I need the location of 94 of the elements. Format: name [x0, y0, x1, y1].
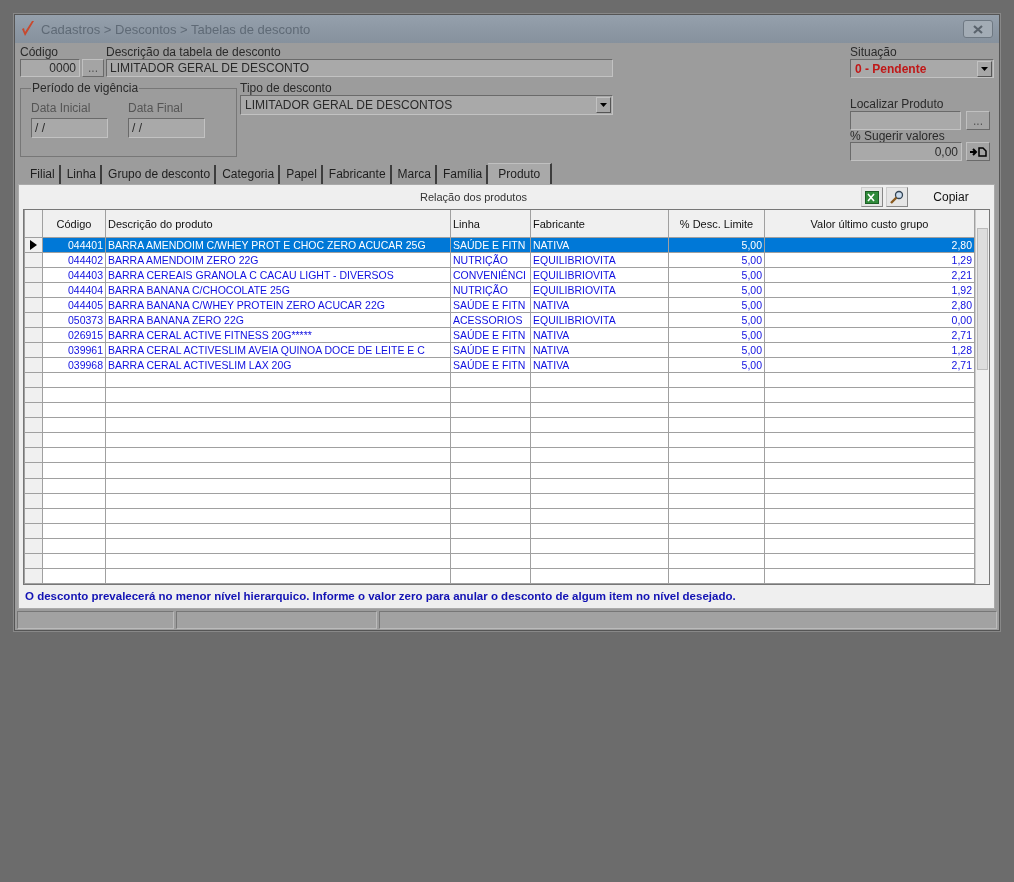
localizar-field[interactable]: [850, 111, 961, 130]
table-cell: 044404: [42, 282, 106, 298]
tab[interactable]: Produto: [488, 163, 553, 184]
close-icon: [973, 24, 983, 34]
table-cell: 5,00: [668, 342, 765, 358]
column-header[interactable]: Valor último custo grupo: [764, 210, 975, 238]
descricao-label: Descrição da tabela de desconto: [106, 45, 282, 59]
table-cell: 1,28: [764, 342, 975, 358]
table-cell: 2,21: [764, 267, 975, 283]
table-cell: EQUILIBRIOVITA: [530, 282, 669, 298]
table-cell: SAÚDE E FITN: [450, 357, 531, 373]
column-header[interactable]: Fabricante: [530, 210, 669, 238]
sugerir-field[interactable]: 0,00: [850, 142, 962, 161]
table-cell: BARRA CERAL ACTIVESLIM AVEIA QUINOA DOCE DE LEITE E C: [105, 342, 451, 358]
spreadsheet-icon: [865, 190, 879, 204]
table-cell: BARRA BANANA C/CHOCOLATE 25G: [105, 282, 451, 298]
table-cell: SAÚDE E FITN: [450, 327, 531, 343]
table-row[interactable]: 039961 BARRA CERAL ACTIVESLIM AVEIA QUINOA DOCE DE LEITE E C SAÚDE E FITN NATIVA 5,00 1,28: [24, 342, 975, 358]
table-cell: 0,00: [764, 312, 975, 328]
table-row[interactable]: 044403 BARRA CEREAIS GRANOLA C CACAU LIGHT - DIVERSOS CONVENIÊNCI EQUILIBRIOVITA 5,00 2,21: [24, 267, 975, 283]
table-cell: NATIVA: [530, 297, 669, 313]
column-header[interactable]: % Desc. Limite: [668, 210, 765, 238]
table-cell: 5,00: [668, 357, 765, 373]
table-cell: 5,00: [668, 252, 765, 268]
table-cell: 044405: [42, 297, 106, 313]
panel-title: Relação dos produtos: [419, 191, 528, 203]
check-logo-icon: [21, 21, 35, 37]
table-cell: NUTRIÇÃO: [450, 282, 531, 298]
data-inicial-label: Data Inicial: [31, 101, 92, 115]
table-row[interactable]: 044404 BARRA BANANA C/CHOCOLATE 25G NUTRIÇÃO EQUILIBRIOVITA 5,00 1,92: [24, 282, 975, 298]
table-cell: NATIVA: [530, 357, 669, 373]
data-final-label: Data Final: [128, 101, 184, 115]
table-cell: 5,00: [668, 267, 765, 283]
table-cell: EQUILIBRIOVITA: [530, 312, 669, 328]
table-cell: 026915: [42, 327, 106, 343]
codigo-field[interactable]: 0000: [20, 59, 80, 77]
search-button[interactable]: [886, 187, 908, 207]
data-inicial-field[interactable]: / /: [31, 118, 108, 138]
table-cell: 5,00: [668, 297, 765, 313]
table-cell: 5,00: [668, 282, 765, 298]
table-cell: ACESSORIOS: [450, 312, 531, 328]
close-button[interactable]: [963, 20, 993, 38]
table-row[interactable]: 044401 BARRA AMENDOIM C/WHEY PROT E CHOC ZERO ACUCAR 25G SAÚDE E FITN NATIVA 5,00 2,80: [24, 237, 975, 253]
situacao-label: Situação: [850, 45, 898, 59]
table-cell: 1,92: [764, 282, 975, 298]
table-cell: BARRA BANANA C/WHEY PROTEIN ZERO ACUCAR 22G: [105, 297, 451, 313]
table-cell: BARRA CERAL ACTIVESLIM LAX 20G: [105, 357, 451, 373]
table-row[interactable]: 044405 BARRA BANANA C/WHEY PROTEIN ZERO ACUCAR 22G SAÚDE E FITN NATIVA 5,00 2,80: [24, 297, 975, 313]
table-cell: EQUILIBRIOVITA: [530, 252, 669, 268]
arrow-to-page-icon: [969, 146, 987, 157]
table-cell: BARRA BANANA ZERO 22G: [105, 312, 451, 328]
tipo-dropdown[interactable]: LIMITADOR GERAL DE DESCONTOS: [240, 95, 613, 115]
table-cell: 5,00: [668, 327, 765, 343]
table-row[interactable]: 050373 BARRA BANANA ZERO 22G ACESSORIOS EQUILIBRIOVITA 5,00 0,00: [24, 312, 975, 328]
table-cell: NATIVA: [530, 342, 669, 358]
hint-text: O desconto prevalecerá no menor nível hierarquico. Informe o valor zero para anular o desconto de algum item no nível desejado.: [24, 589, 737, 604]
table-cell: 044402: [42, 252, 106, 268]
search-icon: [890, 190, 904, 204]
table-row[interactable]: 044402 BARRA AMENDOIM ZERO 22G NUTRIÇÃO EQUILIBRIOVITA 5,00 1,29: [24, 252, 975, 268]
table-cell: 5,00: [668, 312, 765, 328]
table-cell: NUTRIÇÃO: [450, 252, 531, 268]
table-cell: 2,71: [764, 327, 975, 343]
table-cell: 044403: [42, 267, 106, 283]
table-row[interactable]: 026915 BARRA CERAL ACTIVE FITNESS 20G***** SAÚDE E FITN NATIVA 5,00 2,71: [24, 327, 975, 343]
tipo-label: Tipo de desconto: [240, 81, 333, 95]
table-cell: CONVENIÊNCI: [450, 267, 531, 283]
spreadsheet-export-button[interactable]: [861, 187, 883, 207]
scrollbar-thumb[interactable]: [977, 228, 988, 370]
table-cell: BARRA AMENDOIM ZERO 22G: [105, 252, 451, 268]
table-cell: 1,29: [764, 252, 975, 268]
table-cell: 050373: [42, 312, 106, 328]
column-header[interactable]: Descrição do produto: [105, 210, 451, 238]
descricao-field[interactable]: LIMITADOR GERAL DE DESCONTO: [106, 59, 613, 77]
table-cell: NATIVA: [530, 327, 669, 343]
table-cell: BARRA CEREAIS GRANOLA C CACAU LIGHT - DIVERSOS: [105, 267, 451, 283]
current-row-icon: [30, 240, 37, 250]
table-cell: 2,71: [764, 357, 975, 373]
table-cell: EQUILIBRIOVITA: [530, 267, 669, 283]
data-final-field[interactable]: / /: [128, 118, 205, 138]
table-cell: 039968: [42, 357, 106, 373]
localizar-label: Localizar Produto: [850, 97, 945, 111]
table-cell: 039961: [42, 342, 106, 358]
periodo-legend: Período de vigência: [31, 81, 140, 95]
table-cell: 2,80: [764, 297, 975, 313]
apply-button[interactable]: [966, 142, 990, 161]
column-header[interactable]: Linha: [450, 210, 531, 238]
codigo-label: Código: [20, 45, 60, 59]
table-row[interactable]: 039968 BARRA CERAL ACTIVESLIM LAX 20G SAÚDE E FITN NATIVA 5,00 2,71: [24, 357, 975, 373]
sugerir-label: % Sugerir valores: [850, 130, 946, 142]
table-cell: SAÚDE E FITN: [450, 342, 531, 358]
table-cell: SAÚDE E FITN: [450, 297, 531, 313]
table-cell: BARRA CERAL ACTIVE FITNESS 20G*****: [105, 327, 451, 343]
row-indicator-header: [24, 210, 43, 238]
column-header[interactable]: Código: [42, 210, 106, 238]
